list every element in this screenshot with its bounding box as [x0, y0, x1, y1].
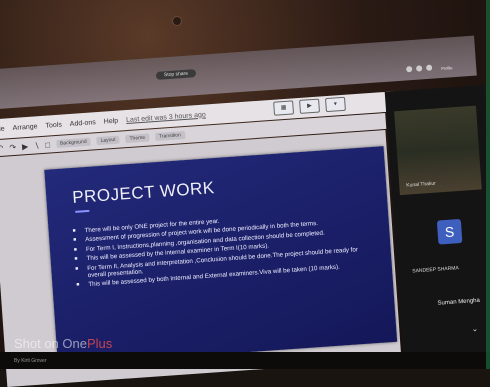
layout-button[interactable]: Layout	[96, 135, 120, 146]
laptop-screen: Stop share Profile ide Arrange Tools Add…	[0, 5, 490, 387]
menu-item-arrange[interactable]: Arrange	[12, 123, 37, 132]
camera-lens	[172, 16, 182, 26]
line-icon[interactable]: ∖	[34, 141, 40, 150]
maximize-icon[interactable]	[415, 65, 423, 72]
minimize-icon[interactable]	[405, 65, 413, 73]
transition-button[interactable]: Transition	[154, 131, 186, 142]
chevron-down-icon[interactable]: ⌄	[471, 324, 478, 333]
present-dropdown-icon[interactable]: ▾	[324, 96, 346, 113]
present-icon[interactable]: ▶	[299, 98, 320, 114]
redo-icon[interactable]: ↷	[9, 142, 16, 151]
participant-avatar[interactable]: S	[436, 218, 463, 245]
watermark-author: By Kirti Grover	[14, 358, 47, 364]
camera-watermark: Shot on OnePlus	[14, 336, 112, 351]
background-button[interactable]: Background	[55, 137, 91, 148]
slide[interactable]: PROJECT WORK There will be only ONE proj…	[44, 146, 398, 366]
screen-edge	[486, 0, 490, 369]
watermark-text: Shot on One	[14, 336, 87, 351]
title-underline	[75, 209, 90, 213]
undo-icon[interactable]: ↶	[0, 143, 4, 152]
theme-button[interactable]: Theme	[125, 133, 150, 144]
select-icon[interactable]: ▶	[22, 141, 29, 150]
close-icon[interactable]	[425, 64, 433, 71]
profile-label[interactable]: Profile	[441, 65, 453, 71]
slide-title: PROJECT WORK	[71, 178, 216, 207]
menu-item-help[interactable]: Help	[104, 117, 119, 125]
last-edit-link[interactable]: Last edit was 3 hours ago	[126, 111, 206, 124]
comment-icon[interactable]: □	[45, 140, 50, 149]
bottom-bar	[0, 352, 490, 369]
menu-item-addons[interactable]: Add-ons	[70, 119, 97, 128]
menu-item-slide[interactable]: ide	[0, 125, 5, 133]
watermark-plus: Plus	[87, 336, 113, 351]
comment-history-icon[interactable]: ▦	[273, 100, 295, 116]
slide-bullet-list: There will be only ONE project for the e…	[72, 207, 376, 292]
menu-item-tools[interactable]: Tools	[45, 121, 62, 129]
